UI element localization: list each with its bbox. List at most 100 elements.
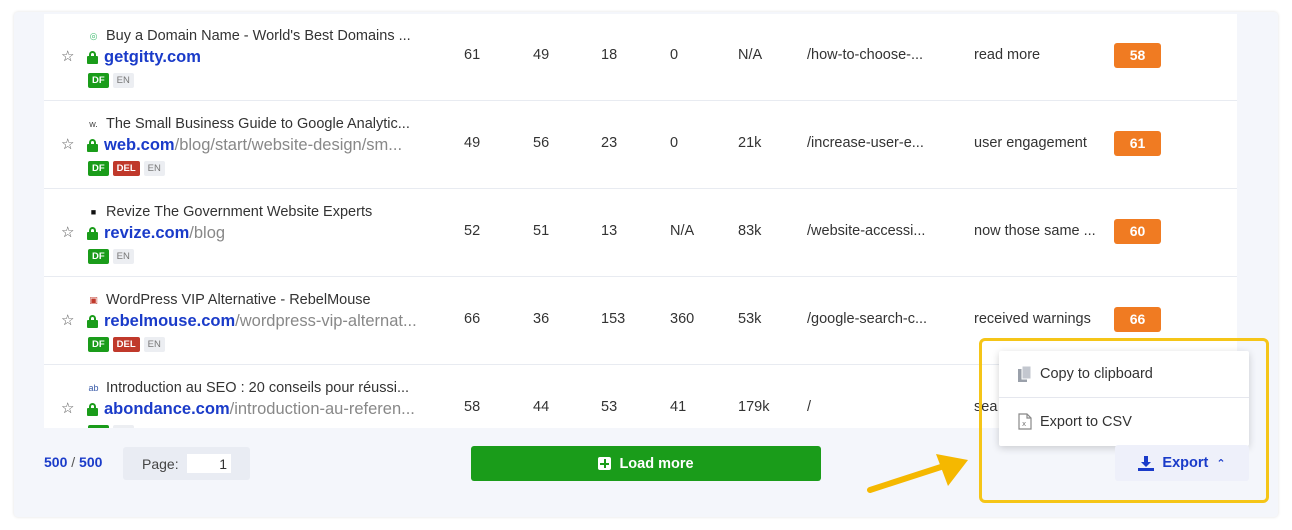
- badge-group: DFEN: [88, 73, 134, 88]
- source-domain: revize.com: [104, 224, 190, 242]
- cell-c2: 36: [533, 311, 550, 327]
- cell-c5: 53k: [738, 311, 762, 327]
- del-badge: DEL: [112, 161, 140, 176]
- favicon-icon: w.: [89, 119, 98, 129]
- source-path: /blog/start/website-design/sm...: [174, 136, 403, 154]
- cell-target: /how-to-choose-...: [807, 47, 924, 63]
- cell-anchor: received warnings: [974, 311, 1091, 327]
- df-badge: DF: [88, 337, 109, 352]
- cell-c1: 49: [464, 135, 481, 151]
- source-domain: web.com: [104, 136, 175, 154]
- results-count: 500 / 500: [44, 454, 102, 470]
- badge-group: DFEN: [88, 425, 134, 428]
- lock-icon: [87, 227, 98, 240]
- page-title: Revize The Government Website Experts: [106, 204, 373, 220]
- en-badge: EN: [143, 161, 165, 176]
- score-badge: 61: [1114, 131, 1161, 156]
- cell-target: /: [807, 399, 812, 415]
- cell-c3: 13: [601, 223, 618, 239]
- source-domain: abondance.com: [104, 400, 230, 418]
- lock-icon: [87, 315, 98, 328]
- cell-target: /increase-user-e...: [807, 135, 924, 151]
- badge-group: DF DEL EN: [88, 337, 165, 352]
- source-url-link[interactable]: rebelmouse.com/wordpress-vip-alternat...: [104, 312, 417, 331]
- cell-target: /google-search-c...: [807, 311, 928, 327]
- df-badge: DF: [88, 249, 109, 264]
- lock-icon: [87, 403, 98, 416]
- star-icon[interactable]: ☆: [61, 313, 74, 328]
- total-count: 500: [79, 454, 103, 470]
- cell-c5: N/A: [738, 47, 763, 63]
- badge-group: DF DEL EN: [88, 161, 165, 176]
- count-separator: /: [71, 454, 76, 470]
- cell-target: /website-accessi...: [807, 223, 926, 239]
- plus-square-icon: [598, 457, 612, 470]
- page-label: Page:: [142, 456, 179, 472]
- cell-c5: 179k: [738, 399, 770, 415]
- star-icon[interactable]: ☆: [61, 401, 74, 416]
- table-row: ☆ ■ Revize The Government Website Experts r…: [44, 189, 1237, 277]
- star-icon[interactable]: ☆: [61, 225, 74, 240]
- favicon-icon: ◎: [89, 31, 98, 41]
- star-icon[interactable]: ☆: [61, 137, 74, 152]
- en-badge: EN: [112, 249, 134, 264]
- page-title: Introduction au SEO : 20 conseils pour r…: [106, 380, 410, 396]
- pointer-arrow-icon: [867, 454, 968, 493]
- cell-c4: 41: [670, 399, 687, 415]
- cell-c1: 61: [464, 47, 481, 63]
- df-badge: DF: [88, 73, 109, 88]
- cell-c4: 0: [670, 47, 679, 63]
- source-path: /wordpress-vip-alternat...: [235, 312, 417, 330]
- source-url-link[interactable]: web.com/blog/start/website-design/sm...: [104, 136, 402, 155]
- cell-c4: 360: [670, 311, 695, 327]
- del-badge: DEL: [112, 337, 140, 352]
- cell-c4: N/A: [670, 223, 695, 239]
- cell-c5: 83k: [738, 223, 762, 239]
- loaded-count: 500: [44, 454, 68, 470]
- favicon-icon: ▣: [89, 295, 98, 305]
- cell-anchor: user engagement: [974, 135, 1087, 151]
- lock-icon: [87, 139, 98, 152]
- favicon-icon: ab: [88, 383, 99, 393]
- cell-c2: 49: [533, 47, 550, 63]
- source-domain: rebelmouse.com: [104, 312, 236, 330]
- source-url-link[interactable]: revize.com/blog: [104, 224, 225, 243]
- en-badge: EN: [112, 73, 134, 88]
- cell-c3: 23: [601, 135, 618, 151]
- cell-c3: 153: [601, 311, 626, 327]
- page-number-input[interactable]: [187, 454, 231, 473]
- lock-icon: [87, 51, 98, 64]
- score-badge: 58: [1114, 43, 1161, 68]
- cell-c3: 53: [601, 399, 618, 415]
- cell-c1: 66: [464, 311, 481, 327]
- page-title: The Small Business Guide to Google Analy…: [106, 116, 410, 132]
- page-title: Buy a Domain Name - World's Best Domains…: [106, 28, 411, 44]
- source-domain: getgitty.com: [104, 48, 201, 66]
- table-row: ☆ ◎ Buy a Domain Name - World's Best Domai…: [44, 14, 1237, 101]
- cell-c3: 18: [601, 47, 618, 63]
- source-url-link[interactable]: getgitty.com: [104, 48, 201, 67]
- star-icon[interactable]: ☆: [61, 49, 74, 64]
- page-title: WordPress VIP Alternative - RebelMouse: [106, 292, 371, 308]
- score-badge: 60: [1114, 219, 1161, 244]
- favicon-icon: ■: [90, 207, 97, 217]
- cell-c4: 0: [670, 135, 679, 151]
- en-badge: EN: [112, 425, 134, 428]
- source-url-link[interactable]: abondance.com/introduction-au-referen...: [104, 400, 415, 419]
- table-row: ☆ w. The Small Business Guide to Google An…: [44, 101, 1237, 189]
- cell-c1: 52: [464, 223, 481, 239]
- df-badge: DF: [88, 161, 109, 176]
- source-path: /blog: [189, 224, 226, 242]
- load-more-label: Load more: [619, 455, 694, 472]
- cell-anchor: read more: [974, 47, 1041, 63]
- pagination: Page:: [123, 447, 250, 480]
- cell-c2: 44: [533, 399, 550, 415]
- cell-c5: 21k: [738, 135, 762, 151]
- cell-c2: 56: [533, 135, 550, 151]
- badge-group: DFEN: [88, 249, 134, 264]
- cell-c2: 51: [533, 223, 550, 239]
- en-badge: EN: [143, 337, 165, 352]
- load-more-button[interactable]: Load more: [471, 446, 821, 481]
- highlight-frame: [979, 338, 1269, 503]
- cell-c1: 58: [464, 399, 481, 415]
